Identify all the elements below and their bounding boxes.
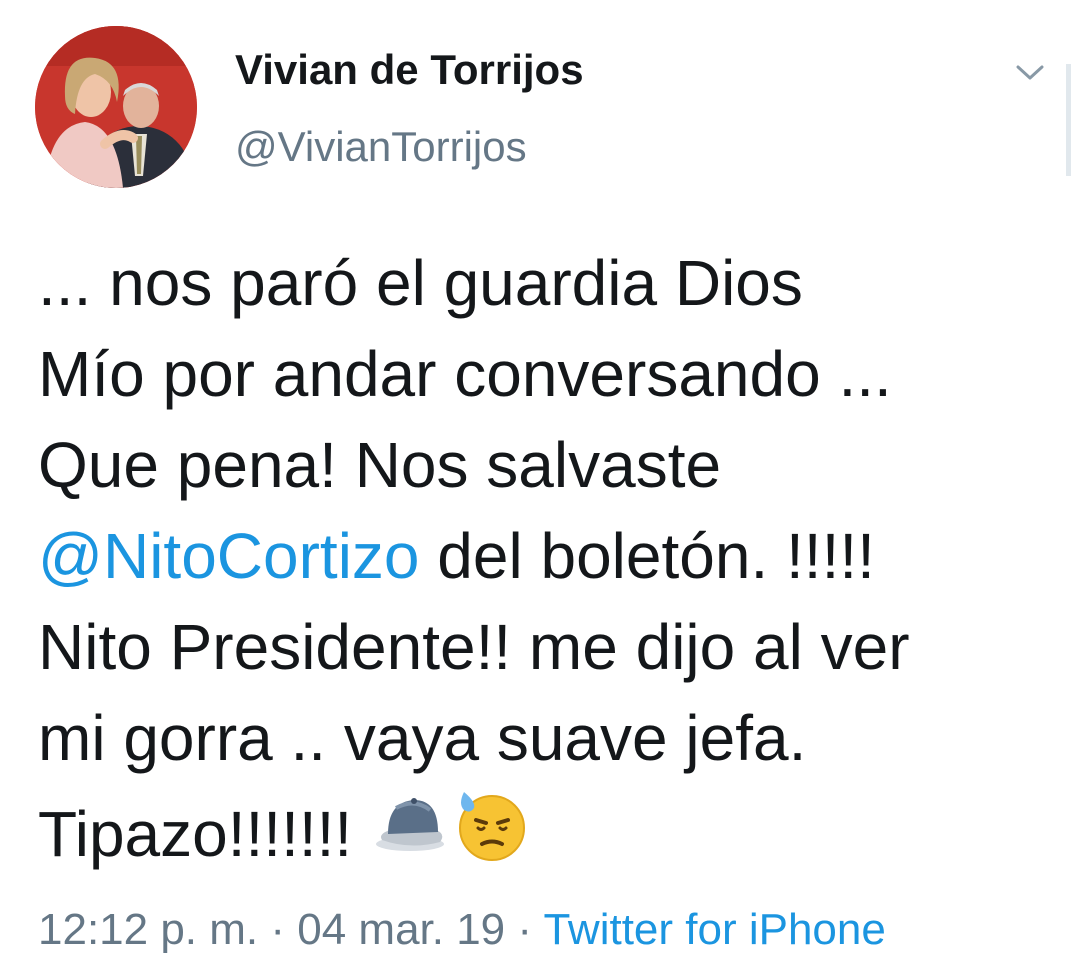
tweet-line: Que pena! Nos salvaste <box>38 429 722 501</box>
tweet-source-link[interactable]: Twitter for iPhone <box>543 905 885 954</box>
tweet-line: @NitoCortizo del boletón. !!!!! <box>38 511 1068 602</box>
tweet-line-text: Tipazo!!!!!!! <box>38 798 370 870</box>
tweet-line: Nito Presidente!! me dijo al ver <box>38 611 910 683</box>
separator-dot: · <box>258 905 298 954</box>
tweet-line: ... nos paró el guardia Dios <box>38 247 803 319</box>
downcast-face-with-sweat-emoji <box>450 784 530 864</box>
user-handle[interactable]: @VivianTorrijos <box>235 123 527 171</box>
tweet-line: mi gorra .. vaya suave jefa. <box>38 702 807 774</box>
display-name[interactable]: Vivian de Torrijos <box>235 46 584 94</box>
separator-dot: · <box>505 905 544 954</box>
billed-cap-emoji <box>370 784 450 864</box>
tweet-time[interactable]: 12:12 p. m. <box>38 905 258 954</box>
tweet-line-rest: del boletón. !!!!! <box>419 520 875 592</box>
profile-photo <box>35 26 197 188</box>
tweet-line: Tipazo!!!!!!! <box>38 784 1068 875</box>
tweet-metadata: 12:12 p. m. · 04 mar. 19 · Twitter for i… <box>38 905 886 955</box>
avatar[interactable] <box>35 26 197 188</box>
tweet-text: ... nos paró el guardia Dios Mío por and… <box>38 238 1068 875</box>
chevron-down-icon[interactable] <box>1008 58 1052 88</box>
tweet-date[interactable]: 04 mar. 19 <box>297 905 505 954</box>
mention-link[interactable]: @NitoCortizo <box>38 520 420 592</box>
edge-divider <box>1066 64 1071 176</box>
tweet-line: Mío por andar conversando ... <box>38 338 892 410</box>
